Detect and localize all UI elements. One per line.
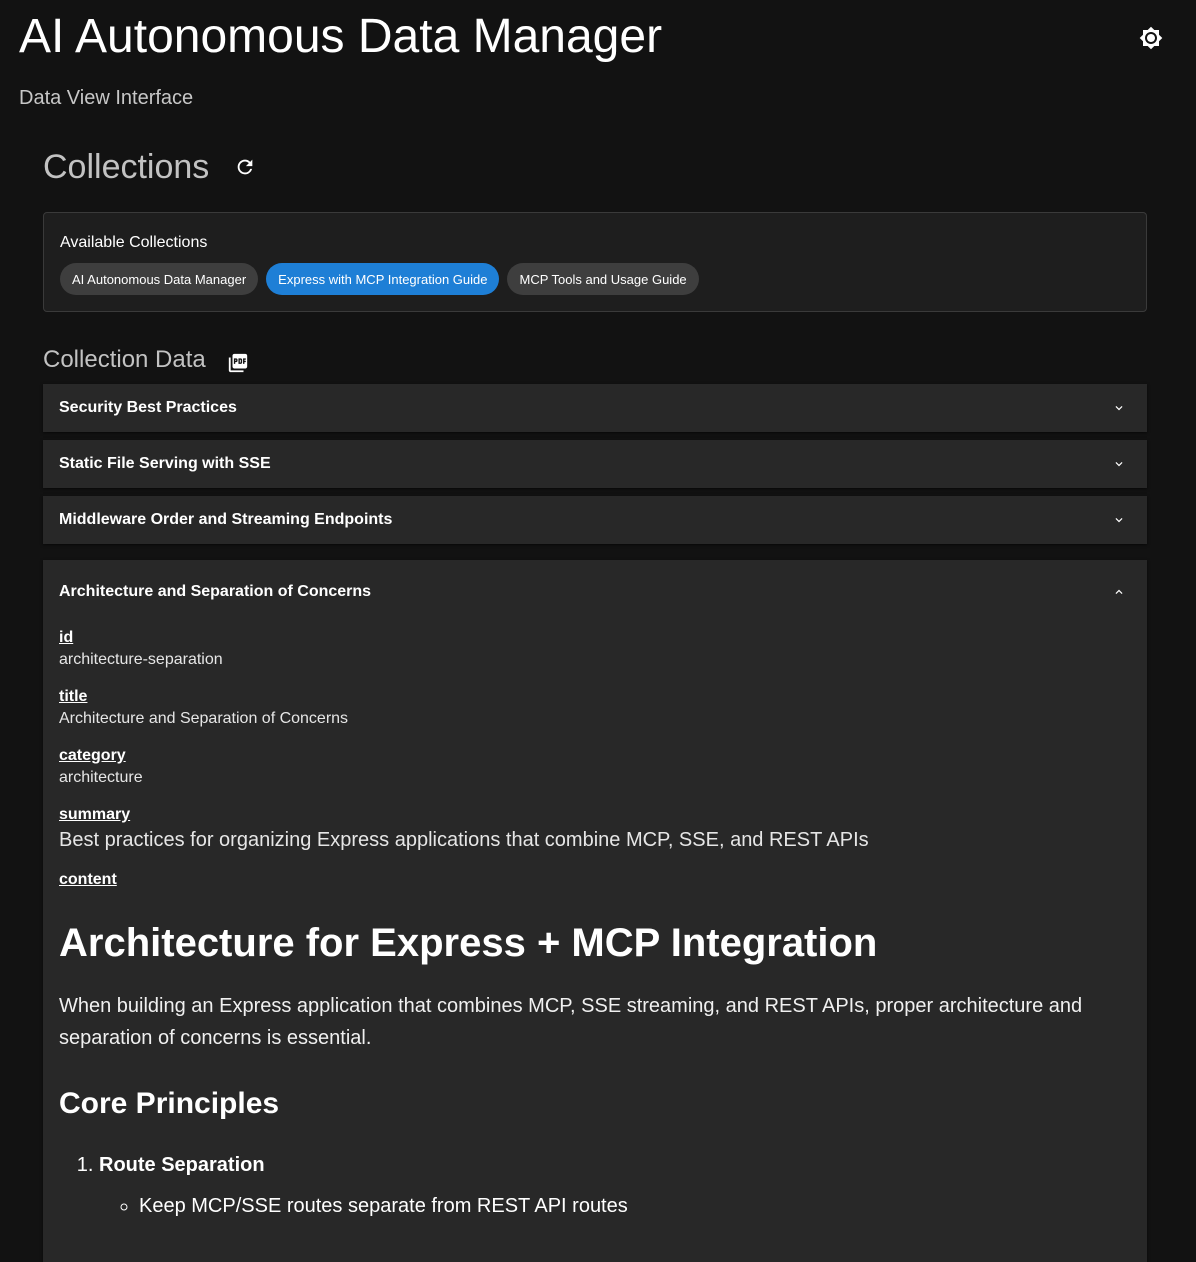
field-label: content [59,871,117,888]
chevron-down-icon [1111,512,1127,528]
collection-chip-express-mcp-guide[interactable]: Express with MCP Integration Guide [266,263,500,295]
accordion-security-best-practices[interactable]: Security Best Practices [43,384,1147,432]
accordion-body: id architecture-separation title Archite… [43,628,1147,1226]
accordion-header[interactable]: Middleware Order and Streaming Endpoints [43,496,1147,544]
field-value: Best practices for organizing Express ap… [59,829,869,851]
list-item: Route Separation Keep MCP/SSE routes sep… [99,1150,1131,1226]
chevron-down-icon [1111,400,1127,416]
collection-data-heading: Collection Data [43,346,206,373]
accordion-title: Middleware Order and Streaming Endpoints [59,511,393,528]
field-content: content [59,870,1131,890]
app-subtitle: Data View Interface [19,87,194,109]
field-label: category [59,747,126,764]
accordion-middleware-order[interactable]: Middleware Order and Streaming Endpoints [43,496,1147,544]
app-title: AI Autonomous Data Manager [19,10,663,63]
content-heading-2: Core Principles [59,1087,280,1120]
field-value: Architecture and Separation of Concerns [59,710,349,727]
content-sub-list: Keep MCP/SSE routes separate from REST A… [99,1186,1131,1226]
field-category: category architecture [59,746,1131,790]
field-value: architecture [59,769,143,786]
field-summary: summary Best practices for organizing Ex… [59,805,1131,855]
chevron-up-icon [1111,584,1127,600]
content-ordered-list: Route Separation Keep MCP/SSE routes sep… [59,1150,1131,1226]
accordion-static-file-serving[interactable]: Static File Serving with SSE [43,440,1147,488]
accordion-title: Architecture and Separation of Concerns [59,583,372,600]
field-id: id architecture-separation [59,628,1131,672]
field-label: id [59,629,74,646]
accordion-title: Security Best Practices [59,399,237,416]
field-title: title Architecture and Separation of Con… [59,687,1131,731]
content-markdown: Architecture for Express + MCP Integrati… [59,916,1131,1226]
collections-card: Available Collections AI Autonomous Data… [43,212,1147,312]
content-heading-1: Architecture for Express + MCP Integrati… [59,921,878,965]
chevron-down-icon [1111,456,1127,472]
available-collections-label: Available Collections [60,234,208,251]
collection-chip-mcp-tools-guide[interactable]: MCP Tools and Usage Guide [507,263,699,295]
content-paragraph: When building an Express application tha… [59,995,1083,1049]
collection-chips: AI Autonomous Data Manager Express with … [60,263,699,295]
field-label: summary [59,806,131,823]
collections-heading: Collections [43,148,210,186]
accordion-title: Static File Serving with SSE [59,455,271,472]
pdf-icon[interactable] [226,351,250,375]
accordion-header[interactable]: Static File Serving with SSE [43,440,1147,488]
brightness-icon[interactable] [1136,23,1166,53]
collection-chip-ai-autonomous-data-manager[interactable]: AI Autonomous Data Manager [60,263,259,295]
field-value: architecture-separation [59,651,223,668]
accordion-architecture-separation: Architecture and Separation of Concerns … [43,560,1147,1262]
sub-list-item: Keep MCP/SSE routes separate from REST A… [139,1186,1131,1226]
refresh-icon[interactable] [232,154,258,180]
list-item-title: Route Separation [99,1154,265,1176]
field-label: title [59,688,88,705]
accordion-header[interactable]: Architecture and Separation of Concerns [43,560,1147,624]
accordion-header[interactable]: Security Best Practices [43,384,1147,432]
